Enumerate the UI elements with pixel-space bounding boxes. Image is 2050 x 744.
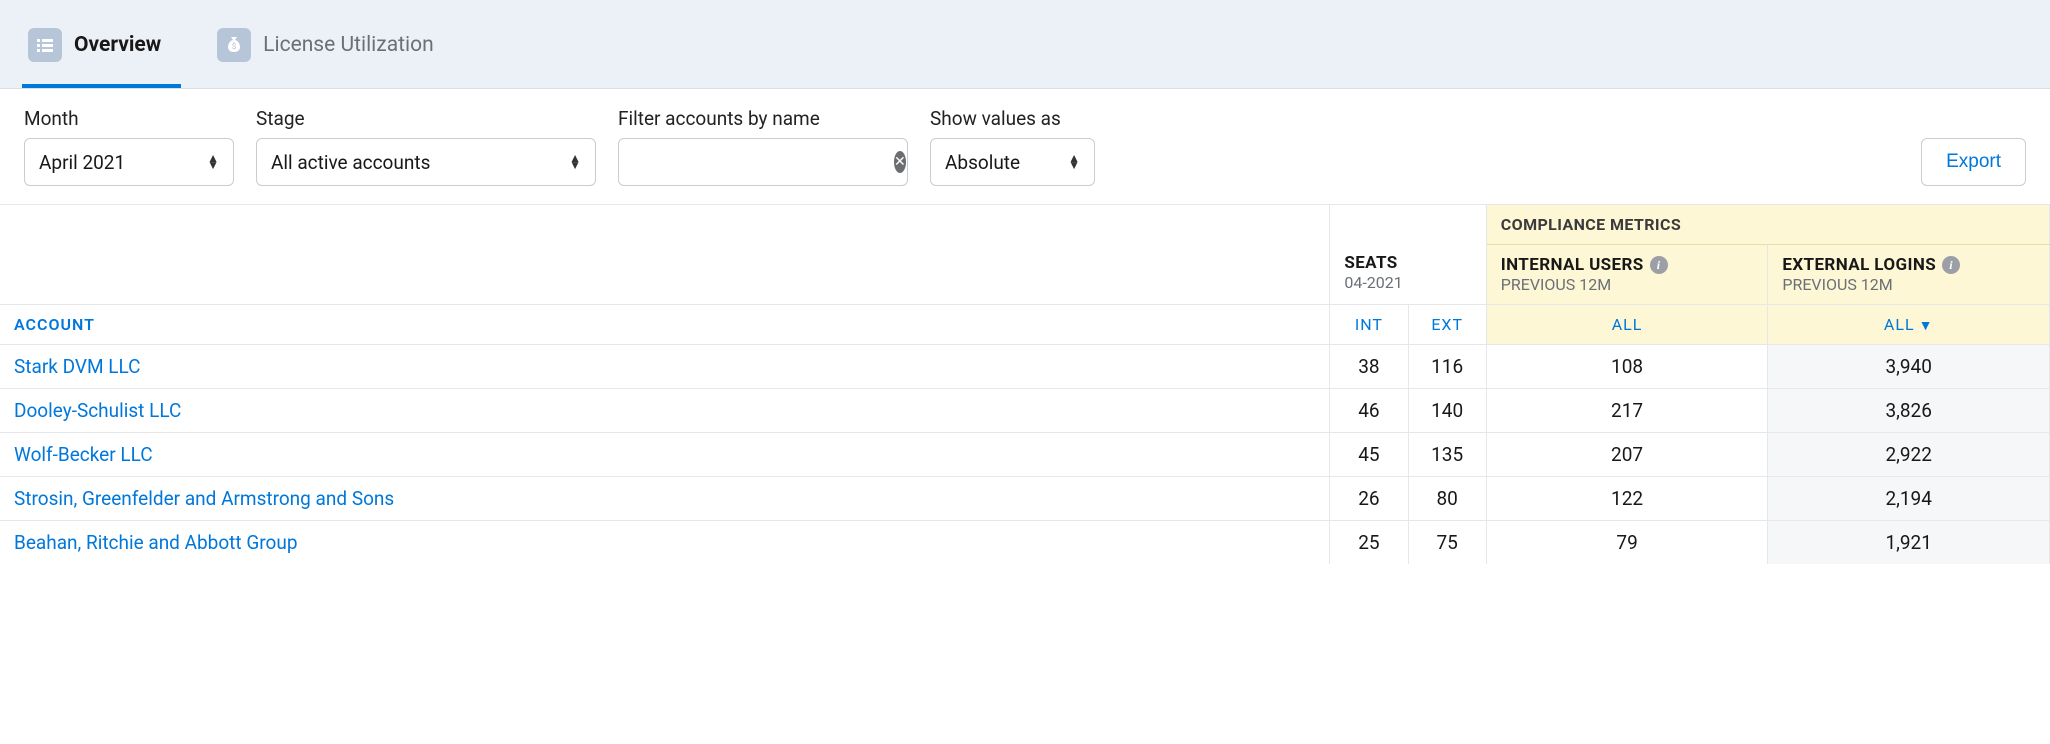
account-link[interactable]: Dooley-Schulist LLC (0, 389, 1330, 433)
internal-users-cell: 108 (1486, 345, 1768, 389)
account-link[interactable]: Stark DVM LLC (0, 345, 1330, 389)
seats-ext-cell: 135 (1408, 433, 1486, 477)
compliance-metrics-header: COMPLIANCE METRICS (1486, 205, 2049, 245)
filter-name: Filter accounts by name ✕ (618, 107, 908, 186)
accounts-table: SEATS 04-2021 COMPLIANCE METRICS INTERNA… (0, 204, 2050, 564)
tab-license-utilization[interactable]: $ License Utilization (211, 16, 454, 88)
month-label: Month (24, 107, 234, 130)
chevron-updown-icon: ▲▼ (1068, 155, 1080, 169)
seats-date: 04-2021 (1344, 273, 1471, 292)
tab-overview-label: Overview (74, 33, 161, 57)
int-column-header[interactable]: INT (1330, 305, 1408, 345)
internal-users-cell: 79 (1486, 521, 1768, 565)
seats-header: SEATS (1344, 253, 1471, 273)
seats-int-cell: 25 (1330, 521, 1408, 565)
show-values-value: Absolute (945, 151, 1020, 174)
filter-name-input-wrap: ✕ (618, 138, 908, 186)
info-icon[interactable]: i (1942, 256, 1960, 274)
sort-desc-icon: ▼ (1919, 318, 1934, 334)
table-row: Beahan, Ritchie and Abbott Group2575791,… (0, 521, 2050, 565)
external-all-column-header[interactable]: ALL▼ (1768, 305, 2050, 345)
stage-label: Stage (256, 107, 596, 130)
table-row: Stark DVM LLC381161083,940 (0, 345, 2050, 389)
filter-name-label: Filter accounts by name (618, 107, 908, 130)
internal-users-cell: 217 (1486, 389, 1768, 433)
internal-all-column-header[interactable]: ALL (1486, 305, 1768, 345)
seats-ext-cell: 140 (1408, 389, 1486, 433)
filter-show-values: Show values as Absolute ▲▼ (930, 107, 1095, 186)
table-row: Dooley-Schulist LLC461402173,826 (0, 389, 2050, 433)
seats-int-cell: 45 (1330, 433, 1408, 477)
month-value: April 2021 (39, 151, 125, 174)
external-logins-header: EXTERNAL LOGINS i (1782, 255, 2035, 275)
external-logins-cell: 1,921 (1768, 521, 2050, 565)
chevron-updown-icon: ▲▼ (207, 155, 219, 169)
external-logins-cell: 3,826 (1768, 389, 2050, 433)
info-icon[interactable]: i (1650, 256, 1668, 274)
ext-column-header[interactable]: EXT (1408, 305, 1486, 345)
seats-int-cell: 38 (1330, 345, 1408, 389)
svg-text:$: $ (232, 42, 237, 51)
seats-ext-cell: 80 (1408, 477, 1486, 521)
external-logins-cell: 2,194 (1768, 477, 2050, 521)
account-link[interactable]: Strosin, Greenfelder and Armstrong and S… (0, 477, 1330, 521)
show-values-label: Show values as (930, 107, 1095, 130)
tab-license-label: License Utilization (263, 33, 434, 57)
filter-name-input[interactable] (633, 150, 882, 174)
clear-icon[interactable]: ✕ (894, 151, 906, 173)
show-values-select[interactable]: Absolute ▲▼ (930, 138, 1095, 186)
stage-select[interactable]: All active accounts ▲▼ (256, 138, 596, 186)
account-link[interactable]: Beahan, Ritchie and Abbott Group (0, 521, 1330, 565)
table-row: Wolf-Becker LLC451352072,922 (0, 433, 2050, 477)
account-column-header[interactable]: ACCOUNT (0, 305, 1330, 345)
filters-row: Month April 2021 ▲▼ Stage All active acc… (0, 89, 2050, 204)
external-logins-sub: PREVIOUS 12M (1782, 275, 2035, 294)
internal-users-cell: 122 (1486, 477, 1768, 521)
seats-ext-cell: 116 (1408, 345, 1486, 389)
tab-overview[interactable]: Overview (22, 16, 181, 88)
tabs-bar: Overview $ License Utilization (0, 0, 2050, 89)
month-select[interactable]: April 2021 ▲▼ (24, 138, 234, 186)
seats-int-cell: 26 (1330, 477, 1408, 521)
account-link[interactable]: Wolf-Becker LLC (0, 433, 1330, 477)
internal-users-cell: 207 (1486, 433, 1768, 477)
external-logins-cell: 2,922 (1768, 433, 2050, 477)
seats-int-cell: 46 (1330, 389, 1408, 433)
internal-users-header: INTERNAL USERS i (1501, 255, 1754, 275)
internal-users-sub: PREVIOUS 12M (1501, 275, 1754, 294)
external-logins-cell: 3,940 (1768, 345, 2050, 389)
stage-value: All active accounts (271, 151, 430, 174)
seats-ext-cell: 75 (1408, 521, 1486, 565)
money-bag-icon: $ (217, 28, 251, 62)
filter-month: Month April 2021 ▲▼ (24, 107, 234, 186)
table-row: Strosin, Greenfelder and Armstrong and S… (0, 477, 2050, 521)
chevron-updown-icon: ▲▼ (569, 155, 581, 169)
filter-stage: Stage All active accounts ▲▼ (256, 107, 596, 186)
list-icon (28, 28, 62, 62)
export-button[interactable]: Export (1921, 138, 2026, 186)
